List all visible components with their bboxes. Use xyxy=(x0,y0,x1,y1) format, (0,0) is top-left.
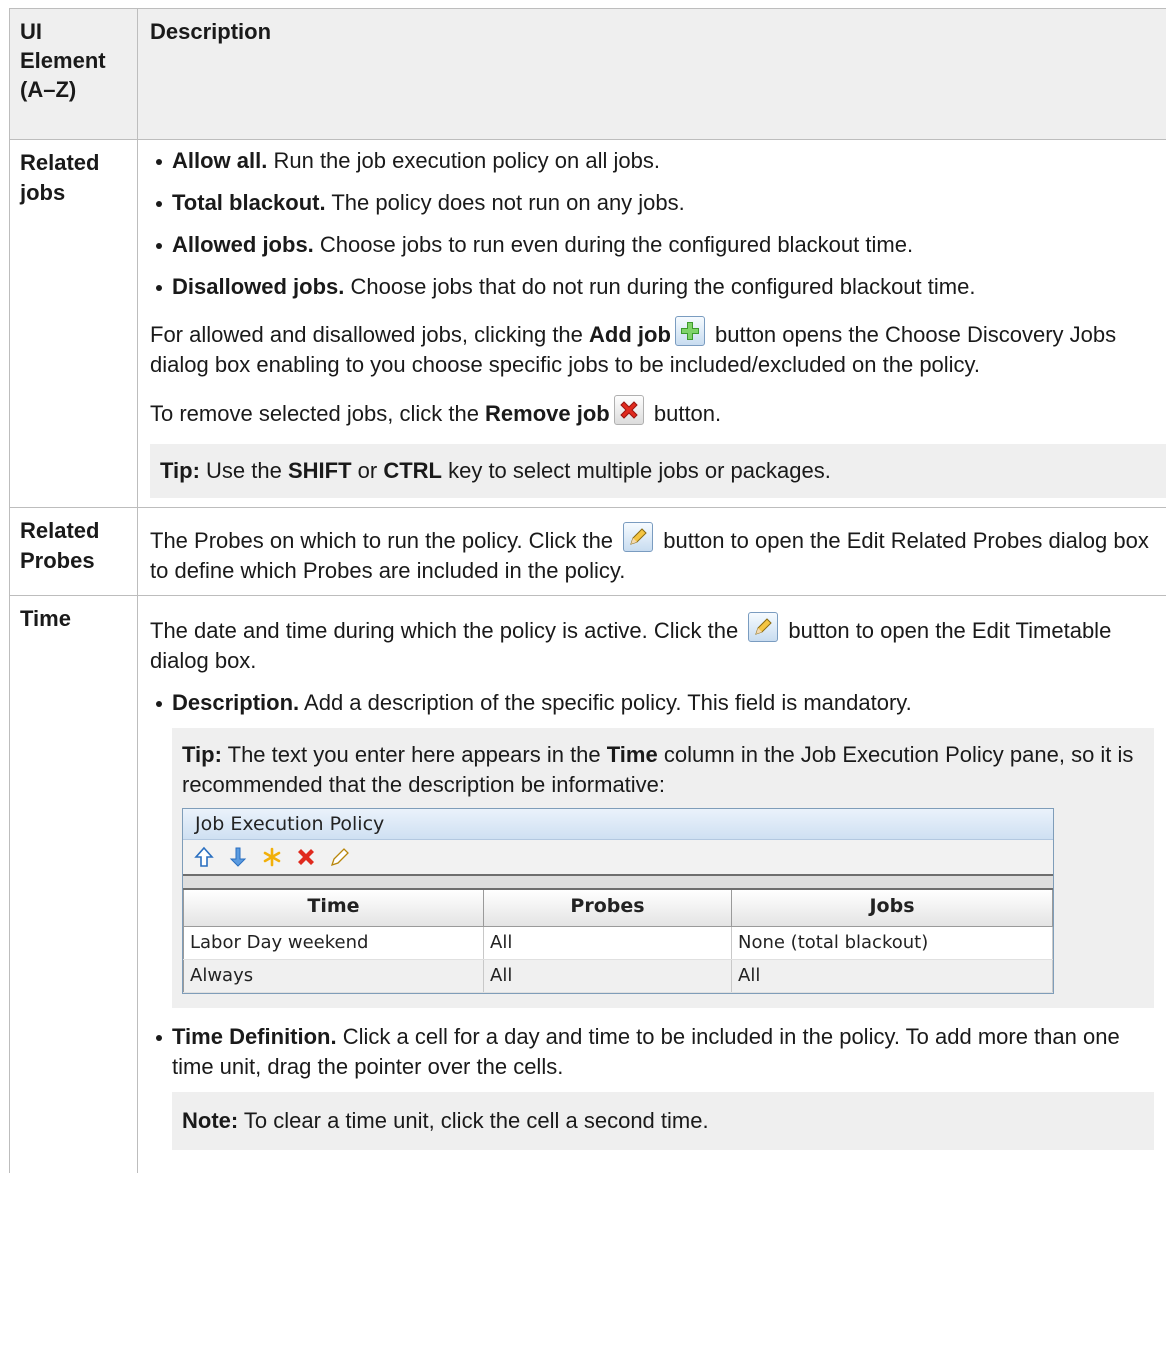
jep-title: Job Execution Policy xyxy=(183,809,1053,840)
time-intro-paragraph: The date and time during which the polic… xyxy=(150,612,1154,676)
header-ui-element: UI Element (A–Z) xyxy=(9,8,138,140)
jep-cell: All xyxy=(483,926,732,960)
delete-x-icon xyxy=(295,846,317,868)
ui-element-name: Time xyxy=(9,595,138,1173)
edit-pencil-icon xyxy=(623,522,654,552)
remove-job-icon xyxy=(613,395,644,425)
note-box: Note: To clear a time unit, click the ce… xyxy=(172,1092,1154,1150)
ui-element-name: Related jobs xyxy=(9,139,138,508)
arrow-down-icon xyxy=(227,846,249,868)
list-item: Disallowed jobs. Choose jobs that do not… xyxy=(150,272,1166,302)
add-job-paragraph: For allowed and disallowed jobs, clickin… xyxy=(150,316,1166,380)
arrow-up-icon xyxy=(193,846,215,868)
ui-element-name: Related Probes xyxy=(9,507,138,596)
description-cell: Allow all. Run the job execution policy … xyxy=(137,139,1166,508)
ui-element-table: UI Element (A–Z) Description Related job… xyxy=(9,8,1166,1173)
jep-cell: None (total blackout) xyxy=(731,926,1053,960)
table-row-related-jobs: Related jobs Allow all. Run the job exec… xyxy=(9,139,1166,508)
jep-table: Time Probes Jobs Labor Day weekend All N… xyxy=(183,888,1053,993)
description-cell: The date and time during which the polic… xyxy=(138,596,1166,1174)
jep-header-probes: Probes xyxy=(483,888,732,927)
add-job-icon xyxy=(674,316,705,346)
table-row-related-probes: Related Probes The Probes on which to ru… xyxy=(9,507,1166,596)
pencil-icon xyxy=(329,846,351,868)
description-cell: The Probes on which to run the policy. C… xyxy=(137,507,1166,596)
table-row: Labor Day weekend All None (total blacko… xyxy=(183,926,1053,960)
time-options-list-2: Time Definition. Click a cell for a day … xyxy=(150,1022,1154,1082)
edit-pencil-icon xyxy=(748,612,779,642)
list-item: Time Definition. Click a cell for a day … xyxy=(150,1022,1154,1082)
jep-cell: All xyxy=(483,959,732,993)
jep-divider xyxy=(183,876,1053,888)
time-options-list: Description. Add a description of the sp… xyxy=(150,688,1154,718)
job-options-list: Allow all. Run the job execution policy … xyxy=(150,146,1166,302)
jep-cell: Always xyxy=(183,959,484,993)
tip-box: Tip: The text you enter here appears in … xyxy=(172,728,1154,1008)
list-item: Allow all. Run the job execution policy … xyxy=(150,146,1166,176)
table-row: Always All All xyxy=(183,959,1053,993)
tip-box: Tip: Use the SHIFT or CTRL key to select… xyxy=(150,444,1166,498)
table-row-time: Time The date and time during which the … xyxy=(9,595,1166,1174)
jep-header-time: Time xyxy=(183,888,484,927)
jep-toolbar xyxy=(183,840,1053,876)
tip-text: Tip: The text you enter here appears in … xyxy=(182,742,1134,797)
jep-header-jobs: Jobs xyxy=(731,888,1053,927)
remove-job-paragraph: To remove selected jobs, click the Remov… xyxy=(150,395,1166,429)
list-item: Description. Add a description of the sp… xyxy=(150,688,1154,718)
jep-cell: Labor Day weekend xyxy=(183,926,484,960)
header-description: Description xyxy=(137,8,1166,140)
job-execution-policy-screenshot: Job Execution Policy Time Probes Jobs La… xyxy=(182,808,1054,994)
asterisk-icon xyxy=(261,846,283,868)
list-item: Allowed jobs. Choose jobs to run even du… xyxy=(150,230,1166,260)
list-item: Total blackout. The policy does not run … xyxy=(150,188,1166,218)
jep-cell: All xyxy=(731,959,1053,993)
